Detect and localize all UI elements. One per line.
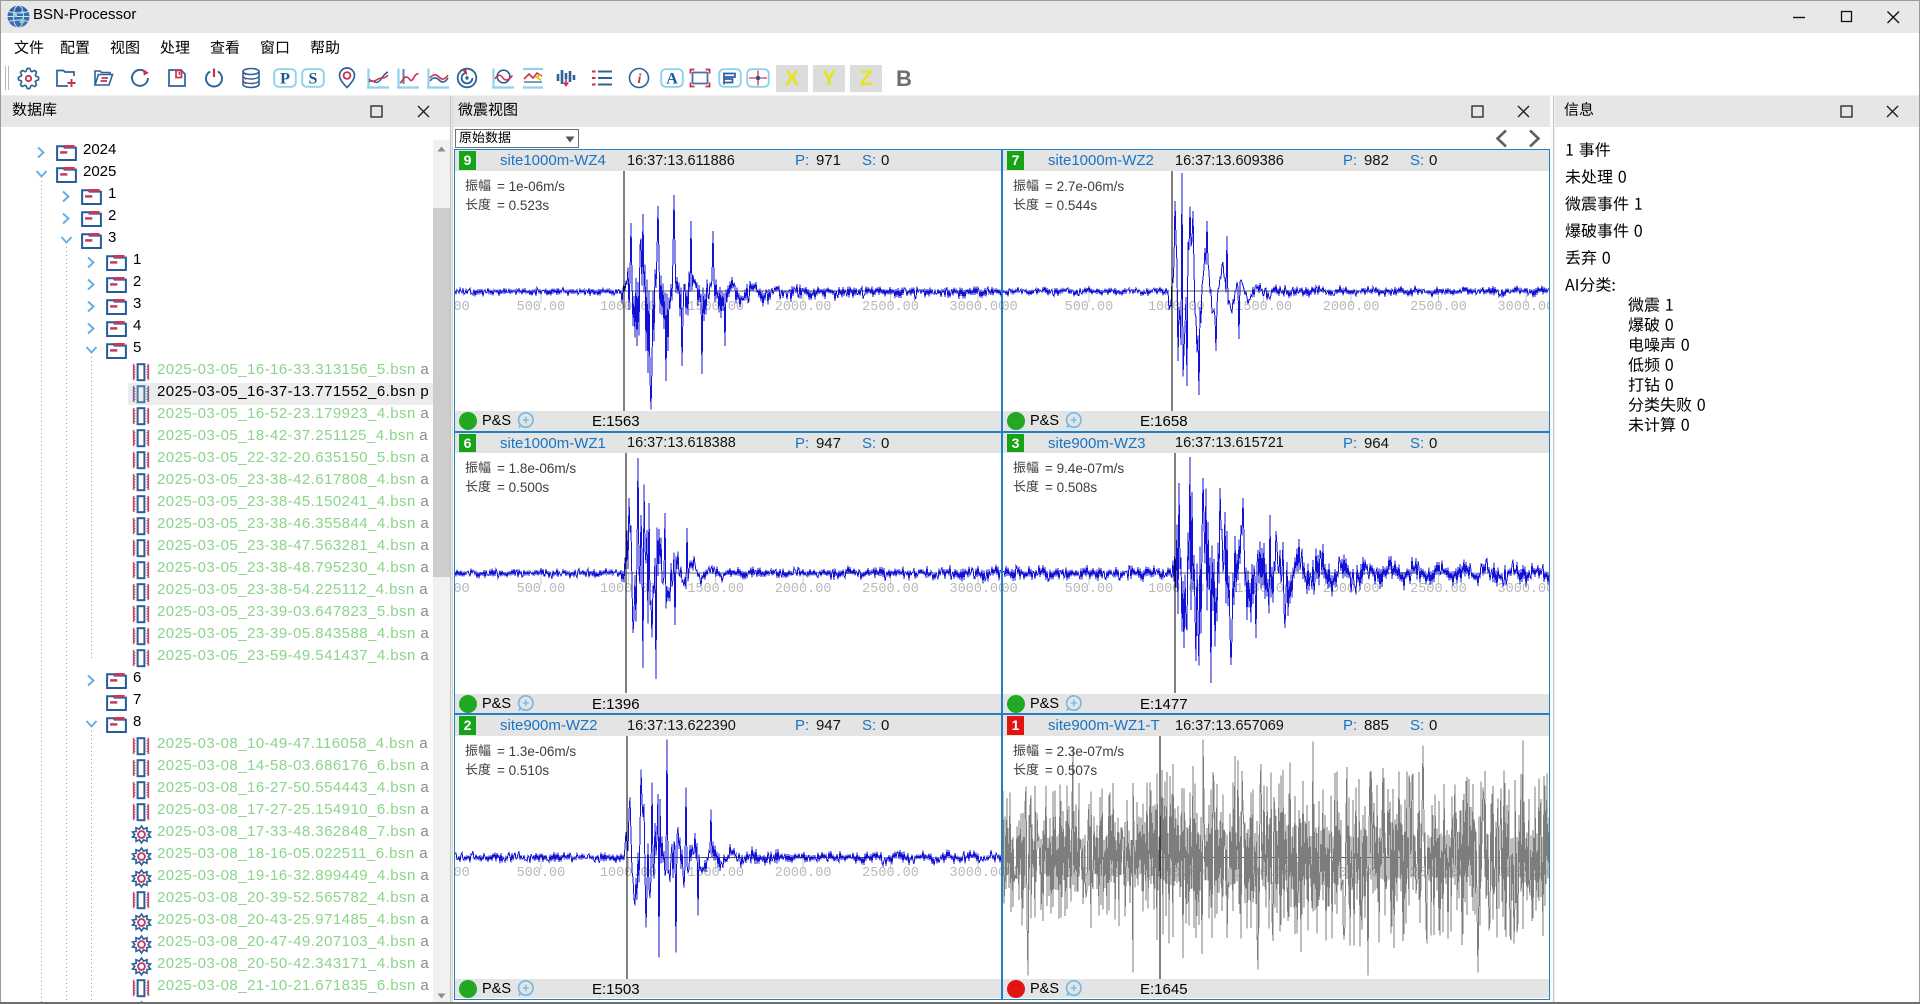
svg-text:i: i <box>638 72 642 87</box>
svg-text:2500.00: 2500.00 <box>1410 299 1467 314</box>
svg-text:1000.00: 1000.00 <box>1148 299 1205 314</box>
svg-text:3000.00: 3000.00 <box>950 866 1001 881</box>
svg-text:2500.00: 2500.00 <box>862 866 919 881</box>
svg-text:P: P <box>280 71 290 88</box>
svg-text:500.00: 500.00 <box>517 866 566 881</box>
svg-text:2000.00: 2000.00 <box>775 582 832 597</box>
svg-text:500.00: 500.00 <box>517 299 566 314</box>
svg-text:2000.00: 2000.00 <box>1323 299 1380 314</box>
svg-text:500.00: 500.00 <box>1065 299 1114 314</box>
svg-text:1000.00: 1000.00 <box>600 299 657 314</box>
svg-text:2000.00: 2000.00 <box>775 866 832 881</box>
svg-text:1500.00: 1500.00 <box>687 866 744 881</box>
svg-text:3000.00: 3000.00 <box>1498 299 1549 314</box>
svg-text:1500.00: 1500.00 <box>1235 299 1292 314</box>
svg-text:A: A <box>666 71 678 88</box>
svg-text:0.00: 0.00 <box>455 582 470 597</box>
svg-text:3000.00: 3000.00 <box>950 299 1001 314</box>
svg-text:0.00: 0.00 <box>455 866 470 881</box>
svg-text:2500.00: 2500.00 <box>862 582 919 597</box>
svg-text:S: S <box>309 71 318 88</box>
svg-text:500.00: 500.00 <box>517 582 566 597</box>
svg-text:2500.00: 2500.00 <box>1410 582 1467 597</box>
svg-text:500.00: 500.00 <box>1065 582 1114 597</box>
svg-text:0.00: 0.00 <box>1003 299 1018 314</box>
svg-text:1500.00: 1500.00 <box>687 582 744 597</box>
svg-text:3000.00: 3000.00 <box>1498 582 1549 597</box>
svg-text:0.00: 0.00 <box>1003 582 1018 597</box>
svg-text:2500.00: 2500.00 <box>862 299 919 314</box>
svg-text:2000.00: 2000.00 <box>775 299 832 314</box>
svg-text:0.00: 0.00 <box>455 299 470 314</box>
svg-text:3000.00: 3000.00 <box>950 582 1001 597</box>
